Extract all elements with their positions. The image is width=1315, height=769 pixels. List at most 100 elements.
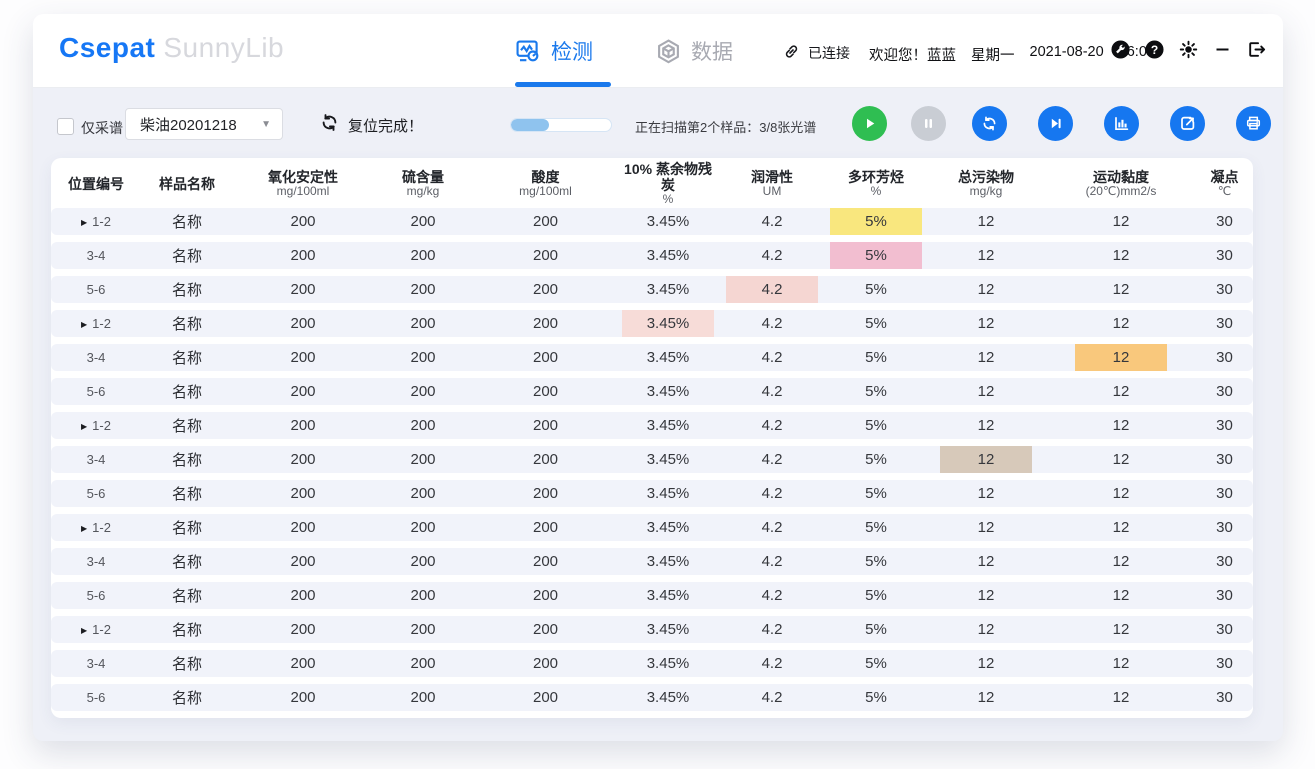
connection-status: 已连接 — [782, 42, 850, 64]
value-cell: 12 — [1046, 655, 1196, 672]
table-row[interactable]: 5-6名称2002002003.45%4.25%121230 — [51, 480, 1253, 507]
value-cell: 30 — [1196, 315, 1253, 332]
expand-arrow-icon[interactable]: ▶ — [81, 422, 87, 431]
acquire-only-checkbox[interactable] — [57, 118, 74, 135]
value-cell: 3.45% — [618, 587, 718, 604]
sample-name-cell: 名称 — [141, 347, 233, 368]
start-button[interactable] — [852, 106, 887, 141]
sample-name-cell: 名称 — [141, 245, 233, 266]
value-cell: 3.45% — [618, 349, 718, 366]
highlighted-value: 12 — [1075, 344, 1167, 371]
value-cell: 3.45% — [618, 383, 718, 400]
table-row[interactable]: ▶1-2名称2002002003.45%4.25%121230 — [51, 514, 1253, 541]
highlighted-value: 3.45% — [622, 310, 714, 337]
sample-dropdown-value: 柴油20201218 — [140, 114, 237, 135]
position-cell: 5-6 — [51, 690, 141, 705]
table-row[interactable]: 5-6名称2002002003.45%4.25%121230 — [51, 378, 1253, 405]
table-row[interactable]: 3-4名称2002002003.45%4.25%121230 — [51, 242, 1253, 269]
table-row[interactable]: ▶1-2名称2002002003.45%4.25%121230 — [51, 310, 1253, 337]
app-logo: CsepatSunnyLib — [59, 32, 284, 64]
value-cell: 12 — [1046, 485, 1196, 502]
position-cell: ▶1-2 — [51, 520, 141, 535]
value-cell: 4.2 — [718, 451, 826, 468]
value-cell: 30 — [1196, 349, 1253, 366]
reset-refresh-icon[interactable] — [319, 112, 340, 138]
value-cell: 4.2 — [718, 655, 826, 672]
value-cell: 3.45% — [618, 621, 718, 638]
sample-name-cell: 名称 — [141, 279, 233, 300]
pause-button[interactable] — [911, 106, 946, 141]
value-cell: 12 — [1046, 247, 1196, 264]
value-cell: 5% — [826, 689, 926, 706]
logout-icon[interactable] — [1246, 39, 1267, 60]
value-cell: 12 — [1046, 689, 1196, 706]
minimize-icon[interactable] — [1212, 39, 1233, 60]
value-cell: 12 — [926, 519, 1046, 536]
value-cell: 5% — [826, 485, 926, 502]
position-cell: 5-6 — [51, 486, 141, 501]
value-cell: 4.2 — [718, 621, 826, 638]
value-cell: 12 — [1046, 315, 1196, 332]
help-circle-icon[interactable]: ? — [1144, 39, 1165, 60]
export-button[interactable] — [1170, 106, 1205, 141]
sample-dropdown[interactable]: 柴油20201218 ▼ — [125, 108, 283, 140]
table-row[interactable]: 3-4名称2002002003.45%4.25%121230 — [51, 446, 1253, 473]
value-cell: 12 — [926, 446, 1046, 473]
value-cell: 200 — [473, 587, 618, 604]
tab-detect[interactable]: 检测 — [515, 36, 593, 66]
value-cell: 30 — [1196, 553, 1253, 570]
value-cell: 200 — [473, 689, 618, 706]
value-cell: 12 — [926, 689, 1046, 706]
expand-arrow-icon[interactable]: ▶ — [81, 626, 87, 635]
column-header: 多环芳烃% — [826, 169, 926, 199]
highlighted-value: 5% — [830, 208, 922, 235]
value-cell: 200 — [373, 213, 473, 230]
sample-name-cell: 名称 — [141, 585, 233, 606]
scan-status-text: 正在扫描第2个样品：3/8张光谱 — [635, 117, 816, 136]
table-row[interactable]: 3-4名称2002002003.45%4.25%121230 — [51, 344, 1253, 371]
expand-arrow-icon[interactable]: ▶ — [81, 320, 87, 329]
value-cell: 12 — [1046, 621, 1196, 638]
value-cell: 4.2 — [718, 213, 826, 230]
value-cell: 12 — [926, 349, 1046, 366]
skip-next-button[interactable] — [1038, 106, 1073, 141]
sync-button[interactable] — [972, 106, 1007, 141]
value-cell: 5% — [826, 208, 926, 235]
svg-text:?: ? — [1151, 43, 1158, 57]
value-cell: 30 — [1196, 247, 1253, 264]
table-row[interactable]: 3-4名称2002002003.45%4.25%121230 — [51, 548, 1253, 575]
value-cell: 12 — [1046, 451, 1196, 468]
skip-next-icon — [1046, 114, 1065, 133]
value-cell: 12 — [926, 281, 1046, 298]
reset-status-text: 复位完成！ — [348, 115, 423, 136]
position-cell: 3-4 — [51, 350, 141, 365]
value-cell: 200 — [233, 315, 373, 332]
value-cell: 3.45% — [618, 485, 718, 502]
value-cell: 5% — [826, 519, 926, 536]
table-row[interactable]: 5-6名称2002002003.45%4.25%121230 — [51, 276, 1253, 303]
welcome-text: 欢迎您！蓝蓝 — [869, 44, 956, 65]
table-row[interactable]: ▶1-2名称2002002003.45%4.25%121230 — [51, 208, 1253, 235]
value-cell: 5% — [826, 281, 926, 298]
table-row[interactable]: 5-6名称2002002003.45%4.25%121230 — [51, 582, 1253, 609]
link-icon — [782, 42, 801, 64]
expand-arrow-icon[interactable]: ▶ — [81, 524, 87, 533]
value-cell: 200 — [473, 417, 618, 434]
print-button[interactable] — [1236, 106, 1271, 141]
value-cell: 200 — [473, 485, 618, 502]
table-row[interactable]: 3-4名称2002002003.45%4.25%121230 — [51, 650, 1253, 677]
expand-arrow-icon[interactable]: ▶ — [81, 218, 87, 227]
table-row[interactable]: ▶1-2名称2002002003.45%4.25%121230 — [51, 412, 1253, 439]
settings-gear-icon[interactable] — [1178, 39, 1199, 60]
table-row[interactable]: 5-6名称2002002003.45%4.25%121230 — [51, 684, 1253, 711]
scan-progress-fill — [511, 119, 549, 131]
table-row[interactable]: ▶1-2名称2002002003.45%4.25%121230 — [51, 616, 1253, 643]
chart-button[interactable] — [1104, 106, 1139, 141]
value-cell: 200 — [233, 655, 373, 672]
tab-data[interactable]: 数据 — [655, 36, 733, 66]
value-cell: 200 — [473, 213, 618, 230]
value-cell: 4.2 — [718, 315, 826, 332]
weekday-text: 星期一 — [971, 44, 1015, 65]
wrench-circle-icon[interactable] — [1110, 39, 1131, 60]
acquire-only-label: 仅采谱 — [81, 118, 123, 138]
